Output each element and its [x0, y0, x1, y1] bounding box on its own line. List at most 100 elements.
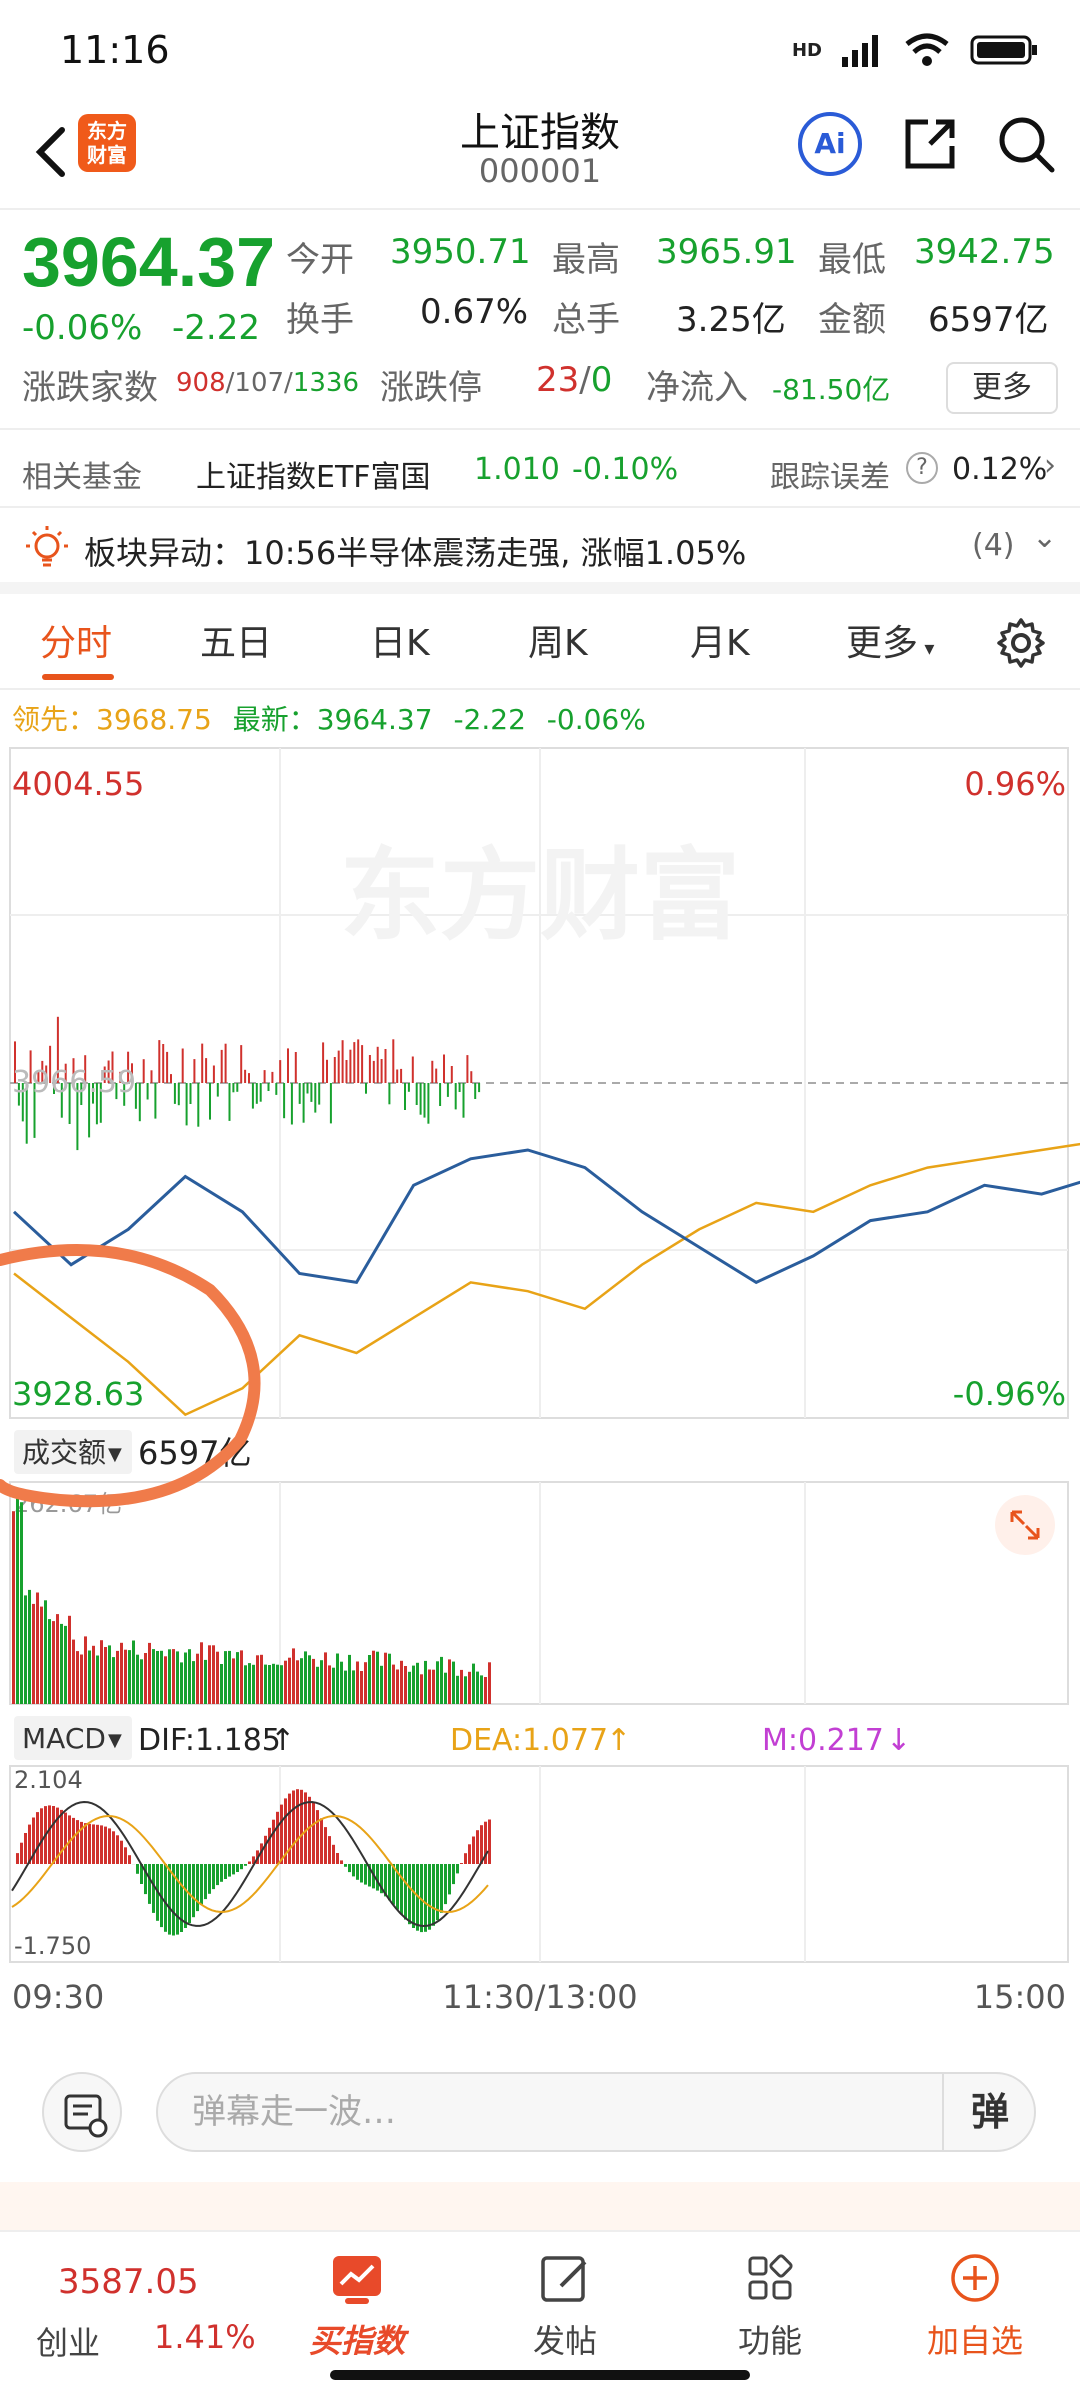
more-button[interactable]: 更多 [946, 362, 1058, 414]
comment-bar: 弹幕走一波… 弹 [0, 2040, 1080, 2180]
buy-index-button[interactable]: 买指数 [292, 2252, 422, 2362]
macd-bar [208, 1864, 211, 1894]
share-icon[interactable] [900, 114, 960, 174]
page-title: 上证指数 [460, 110, 620, 156]
ai-button[interactable]: Ai [798, 112, 862, 176]
search-icon[interactable] [994, 112, 1058, 176]
tab-five-day[interactable]: 五日 [200, 614, 272, 666]
x-tick-open: 09:30 [12, 1978, 104, 2016]
macd-bar [104, 1826, 107, 1864]
intraday-chart-svg[interactable]: 东方财富 4004.55 3966.59 3928.63 0.96% -0.96… [0, 740, 1080, 2020]
note-icon[interactable] [42, 2072, 122, 2152]
change-bar [259, 1083, 262, 1102]
macd-bar [336, 1853, 339, 1864]
macd-bar [36, 1812, 39, 1864]
volume-bar [144, 1653, 147, 1704]
adv-decl-label: 涨跌家数 [22, 368, 158, 408]
volume-bar [360, 1671, 363, 1704]
macd-bar [212, 1864, 215, 1890]
volume-bar [204, 1659, 207, 1704]
macd-bar [408, 1864, 411, 1925]
chart-area[interactable]: 东方财富 4004.55 3966.59 3928.63 0.96% -0.96… [0, 740, 1080, 2020]
volume-bar [32, 1603, 35, 1704]
volume-bar [108, 1645, 111, 1704]
volume-bar [176, 1651, 179, 1704]
chevron-down-icon[interactable]: ⌄ [1032, 520, 1057, 555]
index-pct[interactable]: 1.41% [154, 2318, 256, 2356]
macd-bar [20, 1842, 23, 1864]
add-watchlist-button[interactable]: 加自选 [910, 2252, 1040, 2362]
low-value: 3942.75 [914, 232, 1055, 272]
volume-bar [336, 1653, 339, 1704]
functions-button[interactable]: 功能 [705, 2252, 835, 2362]
change-bar [181, 1048, 184, 1083]
change-bar [162, 1044, 165, 1083]
macd-bar [240, 1864, 243, 1870]
comment-input[interactable]: 弹幕走一波… [156, 2072, 1036, 2152]
volume-bar [432, 1669, 435, 1704]
macd-bar [16, 1853, 19, 1864]
volume-bar [64, 1625, 67, 1704]
macd-bar [96, 1824, 99, 1864]
macd-bar [244, 1864, 247, 1866]
change-bar [224, 1043, 227, 1083]
volume-bar [80, 1654, 83, 1704]
status-bar: 11:16 HD [0, 0, 1080, 100]
tracking-error-value: 0.12% [952, 452, 1048, 487]
change-bar [450, 1066, 453, 1083]
tab-intraday[interactable]: 分时 [40, 614, 112, 666]
limit-label: 涨跌停 [380, 368, 482, 408]
change-bar [478, 1083, 481, 1093]
related-fund-row[interactable]: 相关基金 上证指数ETF富国 1.010 -0.10% 跟踪误差 ? 0.12%… [0, 430, 1080, 508]
tab-daily-k[interactable]: 日K [370, 614, 430, 666]
change-bar [232, 1083, 235, 1093]
fund-label: 相关基金 [22, 460, 142, 495]
help-icon[interactable]: ? [906, 452, 938, 484]
volume-bar [344, 1670, 347, 1704]
danmu-toggle-button[interactable]: 弹 [942, 2072, 1036, 2152]
macd-bar [76, 1820, 79, 1864]
volume-bar [448, 1659, 451, 1704]
volume-bar [424, 1660, 427, 1704]
volume-bar [416, 1662, 419, 1704]
tab-more[interactable]: 更多 ▾ [846, 614, 934, 666]
index-name[interactable]: 创业 [36, 2318, 100, 2364]
volume-bar [364, 1662, 367, 1704]
change-bar [357, 1039, 360, 1083]
volume-bar [152, 1649, 155, 1704]
change-bar [466, 1055, 469, 1083]
macd-bar [100, 1825, 103, 1864]
stock-code: 000001 [478, 152, 602, 190]
chart-info-line: 领先：3968.75 最新：3964.37 -2.22 -0.06% [12, 703, 646, 736]
index-value[interactable]: 3587.05 [58, 2262, 199, 2302]
macd-bar [228, 1864, 231, 1877]
gear-icon[interactable] [994, 616, 1048, 670]
post-button[interactable]: 发帖 [500, 2252, 630, 2362]
macd-bar [224, 1864, 227, 1879]
volume-bar [240, 1650, 243, 1704]
sector-alert-row[interactable]: 板块异动：10:56半导体震荡走强, 涨幅1.05% (4) ⌄ [0, 508, 1080, 594]
tab-weekly-k[interactable]: 周K [528, 614, 588, 666]
change-bar [283, 1083, 286, 1119]
volume-bar [12, 1511, 15, 1704]
change-bar [372, 1060, 375, 1083]
change-bar [337, 1050, 340, 1083]
volume-bar [40, 1606, 43, 1704]
change-bar [349, 1049, 352, 1083]
volume-bar [148, 1642, 151, 1704]
expand-button[interactable] [995, 1495, 1055, 1555]
volume-bar [468, 1671, 471, 1704]
change-bar [251, 1083, 254, 1109]
macd-dif: DIF:1.185 [138, 1723, 281, 1758]
volume-bar [36, 1592, 39, 1704]
tab-monthly-k[interactable]: 月K [690, 614, 750, 666]
volume-bar [392, 1664, 395, 1704]
macd-bar [444, 1864, 447, 1905]
macd-bar [216, 1864, 219, 1886]
lead-series-line [13, 1142, 1080, 1417]
network-type: HD [791, 39, 822, 61]
back-arrow-icon[interactable] [18, 112, 78, 192]
macd-bar [264, 1835, 267, 1864]
macd-bar [480, 1825, 483, 1864]
change-bar [392, 1039, 395, 1083]
